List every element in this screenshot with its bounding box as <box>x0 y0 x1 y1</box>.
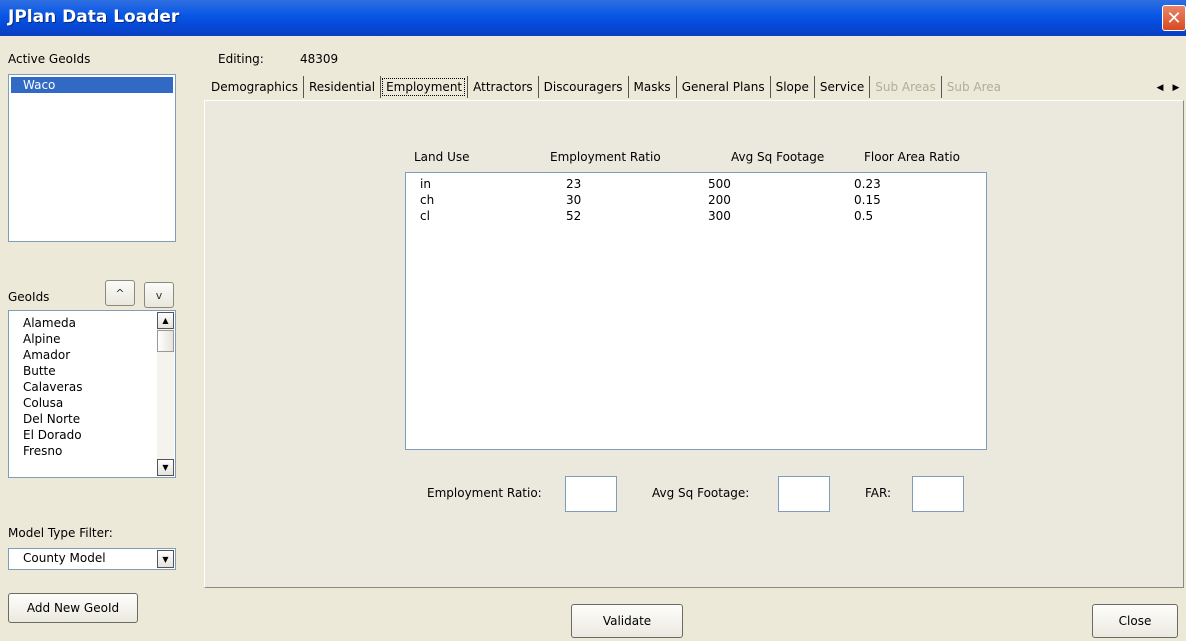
tab-general-plans[interactable]: General Plans <box>675 76 770 98</box>
tab-residential[interactable]: Residential <box>302 76 380 98</box>
tab-attractors[interactable]: Attractors <box>467 76 538 98</box>
column-header-floor-area-ratio: Floor Area Ratio <box>864 150 960 164</box>
geoids-scrollbar[interactable]: ▲ ▼ <box>157 312 174 476</box>
cell-employment-ratio: 23 <box>566 177 582 191</box>
column-header-land-use: Land Use <box>414 150 470 164</box>
cell-floor-area-ratio: 0.5 <box>854 209 874 223</box>
tab-employment[interactable]: Employment <box>380 76 467 98</box>
close-button[interactable]: Close <box>1092 604 1178 638</box>
list-item[interactable]: Del Norte <box>23 411 80 427</box>
active-geoids-label: Active GeoIds <box>8 52 91 66</box>
list-item[interactable]: Fresno <box>23 443 62 459</box>
far-label: FAR: <box>865 486 892 500</box>
cell-land-use: ch <box>420 193 435 207</box>
column-header-avg-sq-footage: Avg Sq Footage <box>731 150 825 164</box>
chevron-up-icon: ^ <box>115 286 125 300</box>
model-type-value: County Model <box>23 551 106 565</box>
active-geoid-item[interactable]: Waco <box>11 77 173 93</box>
active-geoids-list[interactable]: Waco <box>8 74 176 242</box>
avg-sq-footage-field[interactable] <box>778 476 830 512</box>
editing-label: Editing: <box>218 52 264 66</box>
list-item[interactable]: El Dorado <box>23 427 82 443</box>
tab-sub-areas: Sub Areas <box>869 76 941 98</box>
editing-geoid-value: 48309 <box>300 52 339 66</box>
cell-floor-area-ratio: 0.15 <box>854 193 881 207</box>
cell-employment-ratio: 52 <box>566 209 582 223</box>
tab-slope[interactable]: Slope <box>769 76 814 98</box>
scroll-thumb[interactable] <box>157 330 174 352</box>
window-title: JPlan Data Loader <box>8 7 180 27</box>
geoids-label: GeoIds <box>8 290 50 304</box>
employment-ratio-label: Employment Ratio: <box>427 486 542 500</box>
cell-avg-sq-footage: 200 <box>708 193 731 207</box>
list-item[interactable]: Butte <box>23 363 56 379</box>
validate-button[interactable]: Validate <box>571 604 683 638</box>
cell-avg-sq-footage: 500 <box>708 177 731 191</box>
tab-scroll: ◀ ▶ <box>1152 80 1184 96</box>
scroll-up-icon[interactable]: ▲ <box>157 312 174 329</box>
tab-service[interactable]: Service <box>813 76 869 98</box>
move-down-button[interactable]: v <box>144 282 174 308</box>
dropdown-arrow-icon[interactable]: ▼ <box>157 550 174 568</box>
tab-demographics[interactable]: Demographics <box>206 76 303 98</box>
chevron-down-icon: v <box>155 288 163 302</box>
employment-table[interactable]: in 23 500 0.23 ch 30 200 0.15 cl 52 300 … <box>405 172 987 450</box>
employment-ratio-field[interactable] <box>565 476 617 512</box>
tab-sub-area-2: Sub Area <box>940 76 1006 98</box>
list-item[interactable]: Alpine <box>23 331 60 347</box>
list-item[interactable]: Calaveras <box>23 379 82 395</box>
close-window-icon[interactable]: ✕ <box>1162 5 1186 31</box>
tab-masks[interactable]: Masks <box>627 76 676 98</box>
column-header-employment-ratio: Employment Ratio <box>550 150 661 164</box>
move-up-button[interactable]: ^ <box>105 280 135 306</box>
list-item[interactable]: Amador <box>23 347 70 363</box>
model-type-filter-label: Model Type Filter: <box>8 526 113 540</box>
far-field[interactable] <box>912 476 964 512</box>
model-type-select[interactable]: County Model ▼ <box>8 548 176 570</box>
add-new-geoid-button[interactable]: Add New GeoId <box>8 593 138 623</box>
cell-employment-ratio: 30 <box>566 193 582 207</box>
tab-discouragers[interactable]: Discouragers <box>537 76 628 98</box>
scroll-down-icon[interactable]: ▼ <box>157 459 174 476</box>
tab-scroll-left-icon[interactable]: ◀ <box>1152 80 1168 96</box>
geoids-list[interactable]: Alameda Alpine Amador Butte Calaveras Co… <box>8 310 176 478</box>
cell-floor-area-ratio: 0.23 <box>854 177 881 191</box>
tab-scroll-right-icon[interactable]: ▶ <box>1168 80 1184 96</box>
tab-strip: Demographics Residential Employment Attract… <box>206 76 1168 98</box>
cell-land-use: cl <box>420 209 430 223</box>
list-item[interactable]: Alameda <box>23 315 76 331</box>
list-item[interactable]: Colusa <box>23 395 63 411</box>
cell-land-use: in <box>420 177 431 191</box>
avg-sq-footage-label: Avg Sq Footage: <box>652 486 750 500</box>
cell-avg-sq-footage: 300 <box>708 209 731 223</box>
